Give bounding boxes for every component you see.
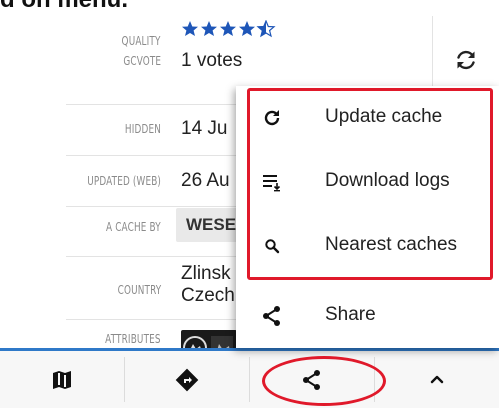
chevron-up-icon bbox=[430, 375, 444, 383]
menu-item-nearest-caches[interactable]: Nearest caches bbox=[236, 214, 499, 278]
votes-count: 1 votes bbox=[181, 50, 243, 71]
star-rating-icon bbox=[182, 19, 276, 38]
map-button[interactable] bbox=[0, 351, 124, 408]
share-icon bbox=[303, 369, 320, 390]
menu-item-label: Share bbox=[325, 304, 376, 325]
menu-item-download-logs[interactable]: Download logs bbox=[236, 150, 499, 214]
gcvote-label: GCVOTE bbox=[123, 54, 161, 68]
attributes-label: ATTRIBUTES bbox=[105, 332, 161, 346]
sync-icon bbox=[457, 50, 475, 70]
search-icon bbox=[260, 234, 284, 258]
menu-item-label: Nearest caches bbox=[325, 234, 458, 255]
hidden-label: HIDDEN bbox=[124, 122, 161, 136]
bottom-navigation-bar bbox=[0, 351, 499, 408]
share-icon bbox=[260, 304, 284, 328]
map-icon bbox=[53, 370, 71, 389]
page-caption-fragment: d on menu. bbox=[0, 0, 128, 16]
navigate-icon bbox=[175, 368, 199, 391]
menu-item-share[interactable]: Share bbox=[236, 284, 499, 348]
quality-label: QUALITY bbox=[121, 34, 161, 48]
country-label: COUNTRY bbox=[117, 283, 161, 297]
share-menu-button[interactable] bbox=[250, 351, 374, 408]
expand-button[interactable] bbox=[375, 351, 499, 408]
cache-by-label: A CACHE BY bbox=[106, 220, 161, 234]
hidden-date: 14 Ju bbox=[181, 118, 228, 139]
download-logs-icon bbox=[260, 170, 284, 194]
menu-item-label: Update cache bbox=[325, 106, 443, 127]
country-name: Czech bbox=[181, 285, 235, 306]
rating-stars bbox=[181, 19, 277, 42]
updated-date: 26 Au bbox=[181, 170, 230, 191]
menu-item-update-cache[interactable]: Update cache bbox=[236, 86, 499, 150]
updated-label: UPDATED (WEB) bbox=[87, 174, 161, 188]
menu-item-label: Download logs bbox=[325, 170, 450, 191]
refresh-icon bbox=[260, 106, 284, 130]
navigate-button[interactable] bbox=[125, 351, 249, 408]
share-context-menu: Update cache Download logs Nearest cache… bbox=[236, 86, 499, 348]
owner-name: WESE bbox=[186, 215, 237, 234]
country-region: Zlinsk bbox=[181, 263, 231, 284]
